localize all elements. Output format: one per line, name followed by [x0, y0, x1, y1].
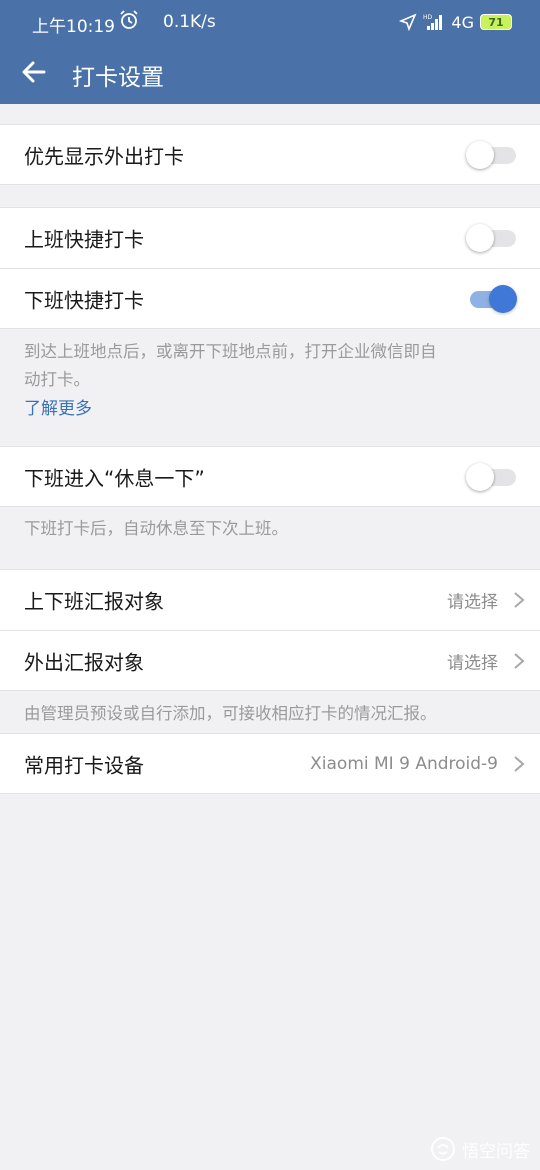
- toggle-knob: [466, 140, 494, 169]
- rest-hint: 下班打卡后，自动休息至下次上班。: [24, 519, 288, 538]
- setting-label: 上班快捷打卡: [24, 227, 144, 252]
- chevron-right-icon: [514, 592, 525, 608]
- location-arrow-icon: [399, 13, 417, 31]
- navigation-bar: 打卡设置: [0, 46, 540, 104]
- page-title: 打卡设置: [72, 65, 164, 91]
- setting-row-quick-out[interactable]: 下班快捷打卡: [0, 268, 540, 329]
- chevron-right-icon: [514, 755, 525, 772]
- show-outing-toggle[interactable]: [466, 140, 518, 170]
- quick-punch-hint-line1: 到达上班地点后，或离开下班地点前，打开企业微信即自: [24, 342, 437, 361]
- setting-value: 请选择: [447, 592, 498, 613]
- network-speed: 0.1K/s: [163, 12, 216, 32]
- setting-value: 请选择: [447, 653, 498, 673]
- quick-out-toggle[interactable]: [466, 284, 518, 314]
- setting-row-device[interactable]: 常用打卡设备 Xiaomi MI 9 Android-9: [0, 733, 540, 794]
- back-arrow-icon[interactable]: [20, 58, 48, 86]
- chevron-right-icon: [514, 652, 525, 669]
- wukong-logo-icon: [431, 1137, 455, 1161]
- setting-label: 下班进入“休息一下”: [24, 466, 205, 490]
- setting-label: 下班快捷打卡: [24, 288, 144, 312]
- setting-row-report-commute[interactable]: 上下班汇报对象 请选择: [0, 569, 540, 630]
- setting-label: 上下班汇报对象: [24, 589, 164, 614]
- signal-icon: HD: [423, 14, 443, 30]
- rest-toggle[interactable]: [466, 462, 518, 492]
- battery-icon: 71: [480, 14, 512, 30]
- setting-row-show-outing[interactable]: 优先显示外出打卡: [0, 124, 540, 185]
- setting-row-rest[interactable]: 下班进入“休息一下”: [0, 446, 540, 507]
- quick-in-toggle[interactable]: [466, 223, 518, 253]
- setting-label: 外出汇报对象: [24, 650, 144, 674]
- quick-punch-hint-line2: 动打卡。: [24, 370, 90, 389]
- setting-row-report-outing[interactable]: 外出汇报对象 请选择: [0, 630, 540, 691]
- setting-label: 优先显示外出打卡: [24, 144, 184, 168]
- setting-row-quick-in[interactable]: 上班快捷打卡: [0, 207, 540, 268]
- status-right: HD 4G 71: [399, 10, 512, 34]
- toggle-knob: [466, 462, 494, 491]
- watermark-text: 悟空问答: [462, 1141, 530, 1162]
- network-type: 4G: [451, 12, 474, 32]
- app-header: 上午10:19 0.1K/s HD 4G 71 打卡设置: [0, 0, 540, 104]
- setting-value: Xiaomi MI 9 Android-9: [310, 753, 498, 774]
- alarm-icon: [120, 10, 138, 29]
- report-hint: 由管理员预设或自行添加，可接收相应打卡的情况汇报。: [24, 704, 437, 723]
- status-time: 上午10:19: [32, 17, 115, 37]
- svg-text:HD: HD: [423, 14, 433, 21]
- setting-label: 常用打卡设备: [24, 753, 144, 777]
- status-bar: 上午10:19 0.1K/s HD 4G 71: [0, 0, 540, 46]
- watermark: 悟空问答: [430, 1136, 530, 1162]
- toggle-knob: [466, 224, 494, 252]
- learn-more-link[interactable]: 了解更多: [24, 394, 92, 419]
- toggle-knob: [489, 284, 517, 313]
